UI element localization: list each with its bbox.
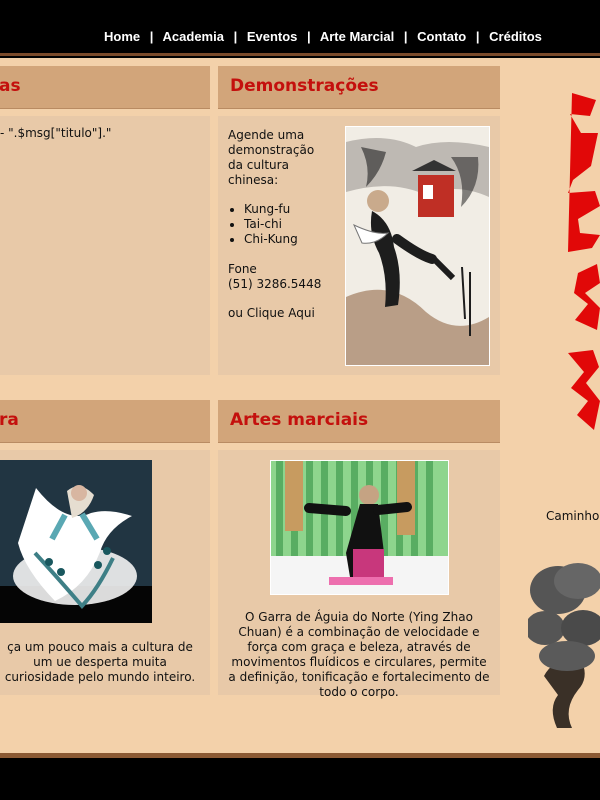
martial-arts-title: Artes marciais [230,410,369,430]
right-caption: Caminho d [546,509,600,523]
martial-arts-panel-header: Artes marciais [218,400,500,443]
nav-arte-marcial[interactable]: Arte Marcial [320,29,394,44]
bonsai-tree [525,560,600,728]
nav-creditos[interactable]: Créditos [489,29,542,44]
demonstrations-intro: Agende uma demonstração da cultura chine… [228,128,315,187]
phone-number: (51) 3286.5448 [228,277,322,291]
martial-arts-description: O Garra de Águia do Norte (Ying Zhao Chu… [228,610,490,699]
bottom-bar [0,753,600,800]
left-bottom-panel-title: ra [0,410,19,430]
kungfu-painting-image [345,126,490,366]
demonstrations-panel-header: Demonstrações [218,66,500,109]
demonstrations-panel-body: Agende uma demonstração da cultura chine… [218,116,500,375]
left-bottom-panel-header: ra [0,400,210,443]
left-top-panel-header: as [0,66,210,109]
top-divider [0,53,600,56]
nav-eventos[interactable]: Eventos [247,29,298,44]
dance-image [0,460,152,623]
nav-separator: | [307,29,311,44]
nav-separator: | [403,29,408,44]
culture-description: ça um pouco mais a cultura de um ue desp… [4,640,196,684]
list-item: Kung-fu [244,202,298,217]
click-here-link[interactable]: ou Clique Aqui [228,306,315,321]
list-item: Tai-chi [244,217,298,232]
phone-label: Fone [228,262,257,276]
php-template-text: - ".$msg["titulo"]." [0,126,112,140]
nav-separator: | [475,29,480,44]
martial-arts-image [270,460,449,595]
nav-academia[interactable]: Academia [163,29,224,44]
nav-separator: | [233,29,238,44]
left-top-panel-title: as [0,76,21,96]
martial-arts-panel-body: O Garra de Águia do Norte (Ying Zhao Chu… [218,450,500,699]
left-top-panel-body: - ".$msg["titulo"]." [0,116,210,375]
left-bottom-panel-body: ça um pouco mais a cultura de um ue desp… [0,450,210,695]
demonstrations-title: Demonstrações [230,76,379,96]
demonstrations-list: Kung-fu Tai-chi Chi-Kung [228,202,298,247]
nav-contato[interactable]: Contato [417,29,466,44]
nav-home[interactable]: Home [104,29,140,44]
nav-separator: | [149,29,154,44]
red-calligraphy [560,88,600,448]
bottom-divider [0,753,600,758]
list-item: Chi-Kung [244,232,298,247]
main-navigation: Home | Academia | Eventos | Arte Marcial… [104,29,542,44]
